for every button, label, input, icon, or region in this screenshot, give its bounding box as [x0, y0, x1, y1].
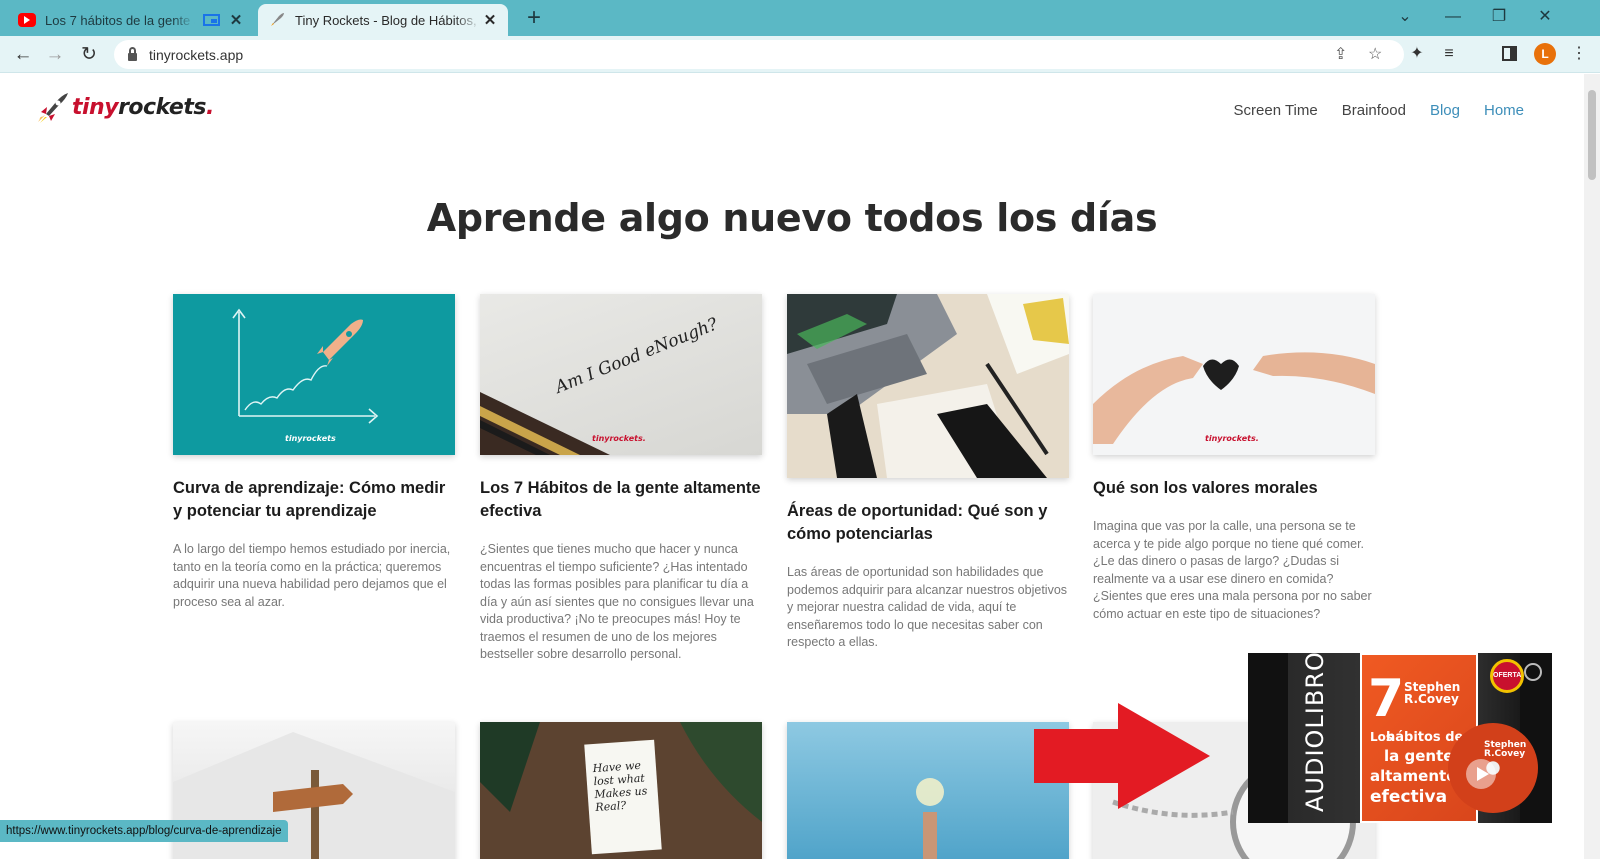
picture-in-picture-icon [203, 14, 220, 26]
media-queue-icon[interactable]: ≡ [1438, 43, 1460, 65]
card-title[interactable]: Qué son los valores morales [1093, 477, 1375, 500]
new-tab-button[interactable]: + [520, 5, 548, 33]
site-logo[interactable]: tinyrockets. [36, 90, 214, 124]
tab-close-icon[interactable]: ✕ [228, 11, 244, 29]
thumbnail-brand-tag: tinyrockets [285, 434, 336, 443]
url-text: tinyrockets.app [149, 46, 244, 63]
sparkler-sea-photo [916, 778, 944, 859]
card-title[interactable]: Áreas de oportunidad: Qué son y cómo pot… [787, 500, 1069, 546]
card-excerpt: A lo largo del tiempo hemos estudiado po… [173, 542, 451, 609]
tab-youtube[interactable]: Los 7 hábitos de la gente altamente efec… [8, 4, 254, 36]
link-status-bar: https://www.tinyrockets.app/blog/curva-d… [0, 820, 288, 842]
book-title-line: hábitos de [1386, 730, 1464, 745]
reload-icon[interactable]: ↻ [74, 40, 104, 70]
disc-author: Stephen R.Covey [1484, 740, 1527, 759]
forward-arrow-icon[interactable]: → [40, 40, 70, 70]
youtube-icon [18, 13, 36, 27]
card-title[interactable]: Curva de aprendizaje: Cómo medir y poten… [173, 477, 455, 523]
tab-tinyrockets[interactable]: Tiny Rockets - Blog de Hábitos, Brainfoo… [258, 4, 508, 36]
hands-heart-photo [1093, 352, 1375, 444]
thumbnail-brand-tag: tinyrockets. [1205, 434, 1259, 443]
card-thumbnail[interactable] [787, 722, 1069, 859]
address-bar[interactable]: tinyrockets.app ⇪ ☆ [114, 40, 1404, 69]
blog-card-row2-3[interactable] [787, 722, 1069, 859]
page-title: Aprende algo nuevo todos los días [426, 196, 1158, 240]
nav-screen-time[interactable]: Screen Time [1234, 102, 1318, 119]
nav-blog[interactable]: Blog [1430, 102, 1460, 119]
tab-title: Tiny Rockets - Blog de Hábitos, Brainfoo… [295, 12, 482, 28]
book-title-line: efectiva [1370, 787, 1448, 807]
book-title-line: la gente [1384, 747, 1454, 765]
book-author: Stephen R.Covey [1404, 680, 1461, 706]
blog-card-areas-oportunidad[interactable]: Áreas de oportunidad: Qué son y cómo pot… [787, 294, 1069, 652]
card-thumbnail[interactable]: tinyrockets. [1093, 294, 1375, 455]
blog-card-row2-2[interactable]: Have we lost what Makes us Real? [480, 722, 762, 859]
page-scrollbar[interactable] [1584, 74, 1600, 859]
logo-dot: . [205, 94, 214, 120]
restore-button[interactable]: ❐ [1476, 4, 1522, 30]
close-window-button[interactable]: ✕ [1522, 4, 1568, 30]
blog-card-valores-morales[interactable]: tinyrockets. Qué son los valores morales… [1093, 294, 1375, 623]
profile-avatar[interactable]: L [1534, 43, 1556, 65]
offer-badge: OFERTA [1490, 659, 1524, 693]
audiobook-label: AUDIOLIBRO [1301, 653, 1329, 812]
miniplayer-cover: AUDIOLIBRO 7 Stephen R.Covey Los hábitos… [1288, 653, 1538, 823]
blog-card-7-habitos[interactable]: Am I Good eNough? tinyrockets. Los 7 Háb… [480, 294, 762, 664]
browser-tab-bar: Los 7 hábitos de la gente altamente efec… [0, 0, 1600, 36]
learning-curve-illustration [232, 308, 379, 424]
red-arrow-annotation [1034, 703, 1210, 809]
rocket-icon [268, 13, 286, 27]
laptop-desk-photo [787, 294, 1069, 478]
play-button[interactable] [1466, 759, 1496, 789]
book-title-line: altamente [1370, 767, 1457, 785]
minimize-button[interactable]: — [1430, 4, 1476, 30]
side-panel-icon[interactable] [1502, 46, 1517, 61]
card-excerpt: Las áreas de oportunidad son habilidades… [787, 565, 1068, 649]
share-icon[interactable]: ⇪ [1334, 44, 1347, 64]
bookmark-star-icon[interactable]: ☆ [1368, 44, 1382, 64]
tab-title: Los 7 hábitos de la gente altamente efec… [45, 12, 195, 28]
card-title[interactable]: Los 7 Hábitos de la gente altamente efec… [480, 477, 762, 523]
lock-icon [128, 46, 137, 61]
back-arrow-icon[interactable]: ← [8, 40, 38, 70]
nav-home[interactable]: Home [1484, 102, 1524, 119]
notebook-photo [480, 392, 610, 455]
thumbnail-brand-tag: tinyrockets. [592, 434, 646, 443]
main-navigation: Screen Time Brainfood Blog Home [1234, 102, 1524, 119]
extensions-puzzle-icon[interactable]: ✦ [1406, 43, 1428, 65]
tab-search-icon[interactable]: ⌄ [1382, 4, 1428, 30]
nav-brainfood[interactable]: Brainfood [1342, 102, 1406, 119]
logo-text-rockets: rockets [118, 94, 206, 120]
browser-toolbar: ← → ↻ tinyrockets.app ⇪ ☆ ✦ ≡ [0, 36, 1600, 73]
logo-text-tiny: tiny [72, 94, 119, 120]
rocket-logo-icon [38, 93, 68, 123]
card-thumbnail[interactable]: tinyrockets [173, 294, 455, 455]
card-thumbnail[interactable] [787, 294, 1069, 478]
kebab-menu-icon[interactable]: ⋮ [1568, 43, 1590, 65]
blog-card-curva-aprendizaje[interactable]: tinyrockets Curva de aprendizaje: Cómo m… [173, 294, 455, 611]
video-miniplayer[interactable]: AUDIOLIBRO 7 Stephen R.Covey Los hábitos… [1248, 653, 1552, 823]
card-excerpt: Imagina que vas por la calle, una person… [1093, 519, 1372, 621]
card-thumbnail[interactable]: Have we lost what Makes us Real? [480, 722, 762, 859]
channel-logo-icon [1524, 663, 1542, 681]
card-excerpt: ¿Sientes que tienes mucho que hacer y nu… [480, 542, 754, 661]
book-number: 7 [1368, 669, 1405, 729]
scrollbar-thumb[interactable] [1588, 90, 1596, 180]
card-thumbnail[interactable]: Am I Good eNough? tinyrockets. [480, 294, 762, 455]
tab-close-icon[interactable]: ✕ [482, 11, 498, 29]
note-handwriting: Have we lost what Makes us Real? [592, 758, 648, 815]
